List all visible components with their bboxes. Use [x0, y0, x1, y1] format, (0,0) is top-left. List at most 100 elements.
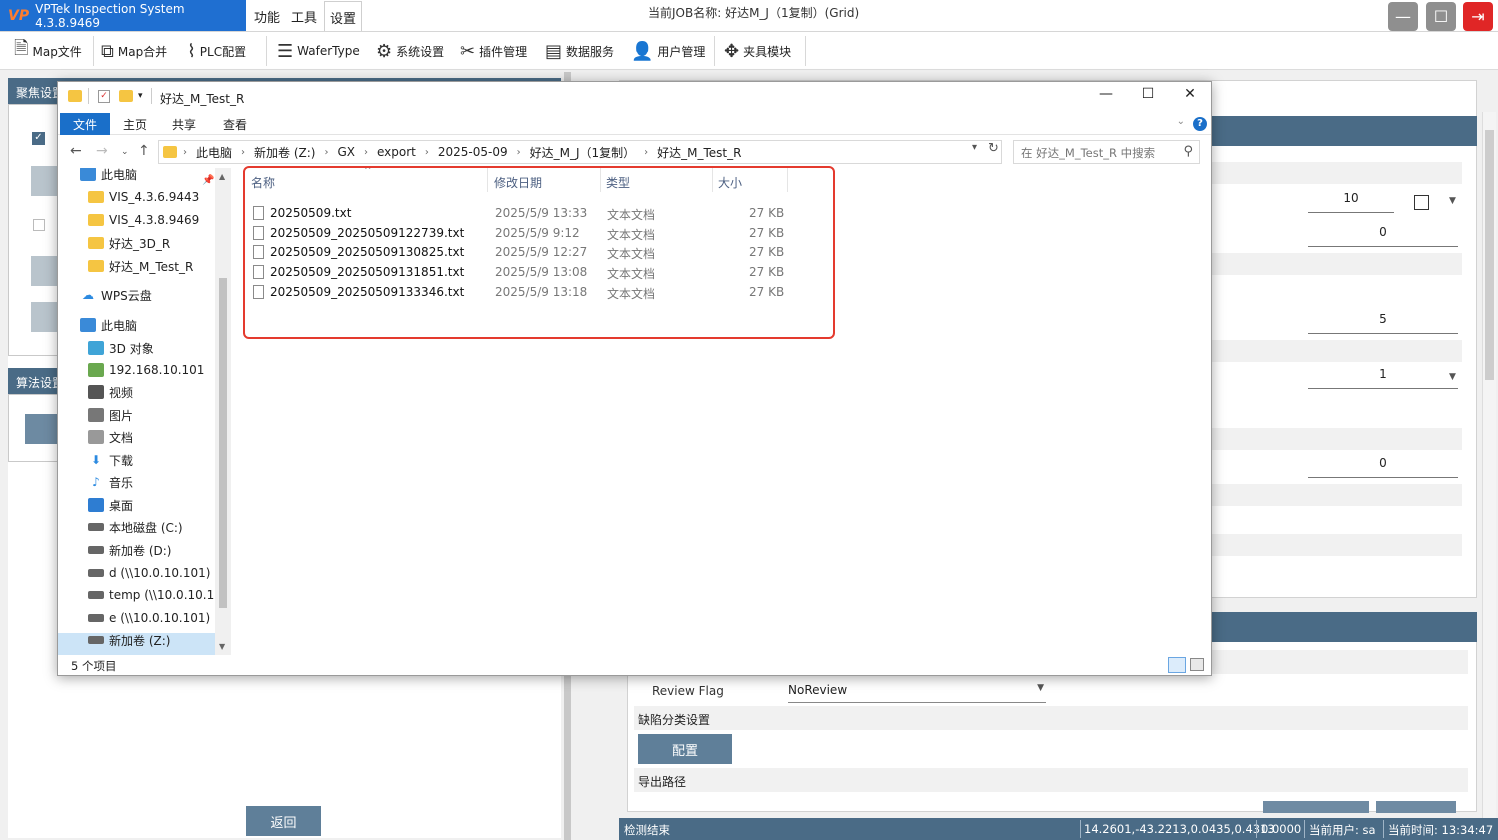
address-bar[interactable]: › 此电脑 › 新加卷 (Z:) › GX › export › 2025-05…: [158, 140, 1002, 164]
nav-item[interactable]: 新加卷 (D:): [88, 539, 231, 561]
focus-checkbox[interactable]: ✓: [32, 132, 45, 145]
value-field-5[interactable]: 0: [1308, 456, 1458, 478]
pin-icon[interactable]: 📌: [202, 175, 214, 186]
recent-locations-icon[interactable]: ⌄: [121, 147, 129, 157]
explorer-minimize-button[interactable]: —: [1085, 86, 1127, 108]
toolbar-plc-config-button[interactable]: ⌇ PLC配置: [187, 38, 246, 64]
breadcrumb-item[interactable]: 好达_M_Test_R: [657, 144, 741, 161]
help-icon[interactable]: ?: [1193, 117, 1207, 131]
nav-item[interactable]: 好达_M_Test_R: [88, 255, 231, 277]
breadcrumb-item[interactable]: export: [377, 145, 416, 159]
nav-item[interactable]: 3D 对象: [88, 337, 231, 359]
focus-option-checkbox[interactable]: [33, 219, 45, 231]
navigation-scrollbar[interactable]: ▲ ▼: [215, 168, 231, 655]
net-icon: [88, 363, 104, 377]
nav-item[interactable]: ☁ WPS云盘: [80, 284, 231, 306]
scroll-down-icon[interactable]: ▼: [219, 642, 225, 651]
ribbon-tab-share[interactable]: 共享: [172, 116, 196, 133]
toolbar-data-service-button[interactable]: ▤ 数据服务: [545, 38, 614, 64]
column-header-date[interactable]: 修改日期: [494, 174, 542, 191]
defect-config-button[interactable]: 配置: [638, 734, 732, 764]
file-row[interactable]: 20250509_20250509131851.txt 2025/5/9 13:0…: [251, 263, 831, 283]
refresh-icon[interactable]: ↻: [988, 141, 999, 156]
file-row[interactable]: 20250509_20250509133346.txt 2025/5/9 13:1…: [251, 283, 831, 303]
column-header-size[interactable]: 大小: [718, 174, 742, 191]
new-folder-icon[interactable]: [119, 90, 133, 102]
scrollbar-thumb[interactable]: [219, 278, 227, 608]
nav-item[interactable]: 图片: [88, 404, 231, 426]
back-button[interactable]: 返回: [246, 806, 321, 836]
right-panel-scrollbar[interactable]: [1482, 112, 1496, 820]
column-separator[interactable]: [712, 168, 713, 192]
menu-settings[interactable]: 设置: [324, 1, 363, 31]
nav-item[interactable]: ♪ 音乐: [88, 471, 231, 493]
toolbar-map-merge-button[interactable]: ⧉ Map合并: [101, 38, 167, 64]
app-minimize-button[interactable]: —: [1388, 2, 1418, 31]
back-arrow-icon[interactable]: ←: [70, 143, 82, 159]
app-maximize-button[interactable]: ☐: [1426, 2, 1456, 31]
ribbon-tab-file[interactable]: 文件: [60, 113, 110, 135]
nav-item[interactable]: temp (\\10.0.10.101): [88, 584, 231, 606]
review-flag-select[interactable]: NoReview ▼: [788, 681, 1046, 703]
column-separator[interactable]: [787, 168, 788, 192]
chevron-down-icon[interactable]: ▼: [1449, 196, 1456, 206]
address-dropdown-icon[interactable]: ▾: [972, 142, 977, 153]
nav-item[interactable]: e (\\10.0.10.101) (Y:): [88, 607, 231, 629]
up-arrow-icon[interactable]: ↑: [138, 143, 150, 159]
value-field-1[interactable]: 10: [1308, 191, 1394, 213]
breadcrumb-item[interactable]: 2025-05-09: [438, 145, 508, 159]
toolbar-system-settings-button[interactable]: ⚙ 系统设置: [376, 38, 444, 64]
nav-item[interactable]: 此电脑: [80, 314, 231, 336]
nav-item[interactable]: VIS_4.3.8.9469: [88, 209, 231, 231]
file-row[interactable]: 20250509.txt 2025/5/9 13:33 文本文档 27 KB: [251, 204, 831, 224]
file-row[interactable]: 20250509_20250509122739.txt 2025/5/9 9:12…: [251, 224, 831, 244]
set-export-path-button[interactable]: [1263, 801, 1369, 813]
nav-item[interactable]: 好达_3D_R: [88, 232, 231, 254]
column-separator[interactable]: [487, 168, 488, 192]
ribbon-tab-view[interactable]: 查看: [223, 116, 247, 133]
value-field-3[interactable]: 5: [1308, 312, 1458, 334]
forward-arrow-icon[interactable]: →: [96, 143, 108, 159]
menu-tools[interactable]: 工具: [287, 6, 321, 27]
scroll-up-icon[interactable]: ▲: [219, 172, 225, 181]
value-dropdown-4[interactable]: 1: [1308, 367, 1458, 389]
toolbar-fixture-module-button[interactable]: ✥ 夹具模块: [724, 38, 791, 64]
breadcrumb-item[interactable]: 新加卷 (Z:): [254, 144, 315, 161]
search-input[interactable]: 在 好达_M_Test_R 中搜索 ⚲: [1013, 140, 1200, 164]
chevron-down-icon[interactable]: ⌄: [1177, 116, 1185, 127]
app-exit-button[interactable]: ⇥: [1463, 2, 1493, 31]
explorer-maximize-button[interactable]: ☐: [1127, 86, 1169, 108]
scrollbar-thumb[interactable]: [1485, 130, 1494, 380]
nav-item[interactable]: 192.168.10.101: [88, 359, 231, 381]
nav-item[interactable]: d (\\10.0.10.101) (W: [88, 562, 231, 584]
column-header-type[interactable]: 类型: [606, 174, 630, 191]
chevron-down-icon[interactable]: ▼: [1449, 372, 1456, 382]
quick-access-dropdown-icon[interactable]: ▾: [138, 91, 143, 101]
explorer-close-button[interactable]: ✕: [1169, 86, 1211, 108]
nav-item[interactable]: 桌面: [88, 494, 231, 516]
nav-item[interactable]: ⬇ 下载: [88, 449, 231, 471]
menu-function[interactable]: 功能: [250, 6, 284, 27]
details-view-button[interactable]: [1168, 657, 1186, 673]
toolbar-plugin-manager-button[interactable]: ✂ 插件管理: [460, 38, 527, 64]
properties-icon[interactable]: ✓: [98, 90, 110, 103]
breadcrumb-item[interactable]: 此电脑: [196, 144, 232, 161]
breadcrumb-item[interactable]: 好达_M_J（1复制）: [530, 144, 636, 161]
column-separator[interactable]: [600, 168, 601, 192]
toolbar-user-manager-button[interactable]: 👤 用户管理: [631, 38, 705, 64]
export-params-button[interactable]: [1376, 801, 1456, 813]
toolbar-map-file-button[interactable]: 🗎 Map文件: [14, 38, 82, 64]
column-header-name[interactable]: 名称: [251, 174, 275, 191]
toolbar-wafertype-button[interactable]: ☰ WaferType: [277, 38, 360, 64]
nav-item[interactable]: 文档: [88, 426, 231, 448]
breadcrumb-item[interactable]: GX: [337, 145, 355, 159]
file-row[interactable]: 20250509_20250509130825.txt 2025/5/9 12:2…: [251, 243, 831, 263]
nav-item[interactable]: 视频: [88, 381, 231, 403]
value-field-2[interactable]: 0: [1308, 225, 1458, 247]
ribbon-tab-home[interactable]: 主页: [123, 116, 147, 133]
nav-item[interactable]: 本地磁盘 (C:): [88, 516, 231, 538]
large-icons-view-button[interactable]: [1190, 658, 1204, 671]
nav-item[interactable]: VIS_4.3.6.9443: [88, 186, 231, 208]
option-checkbox[interactable]: [1414, 195, 1429, 210]
nav-item[interactable]: 新加卷 (Z:): [88, 629, 231, 651]
